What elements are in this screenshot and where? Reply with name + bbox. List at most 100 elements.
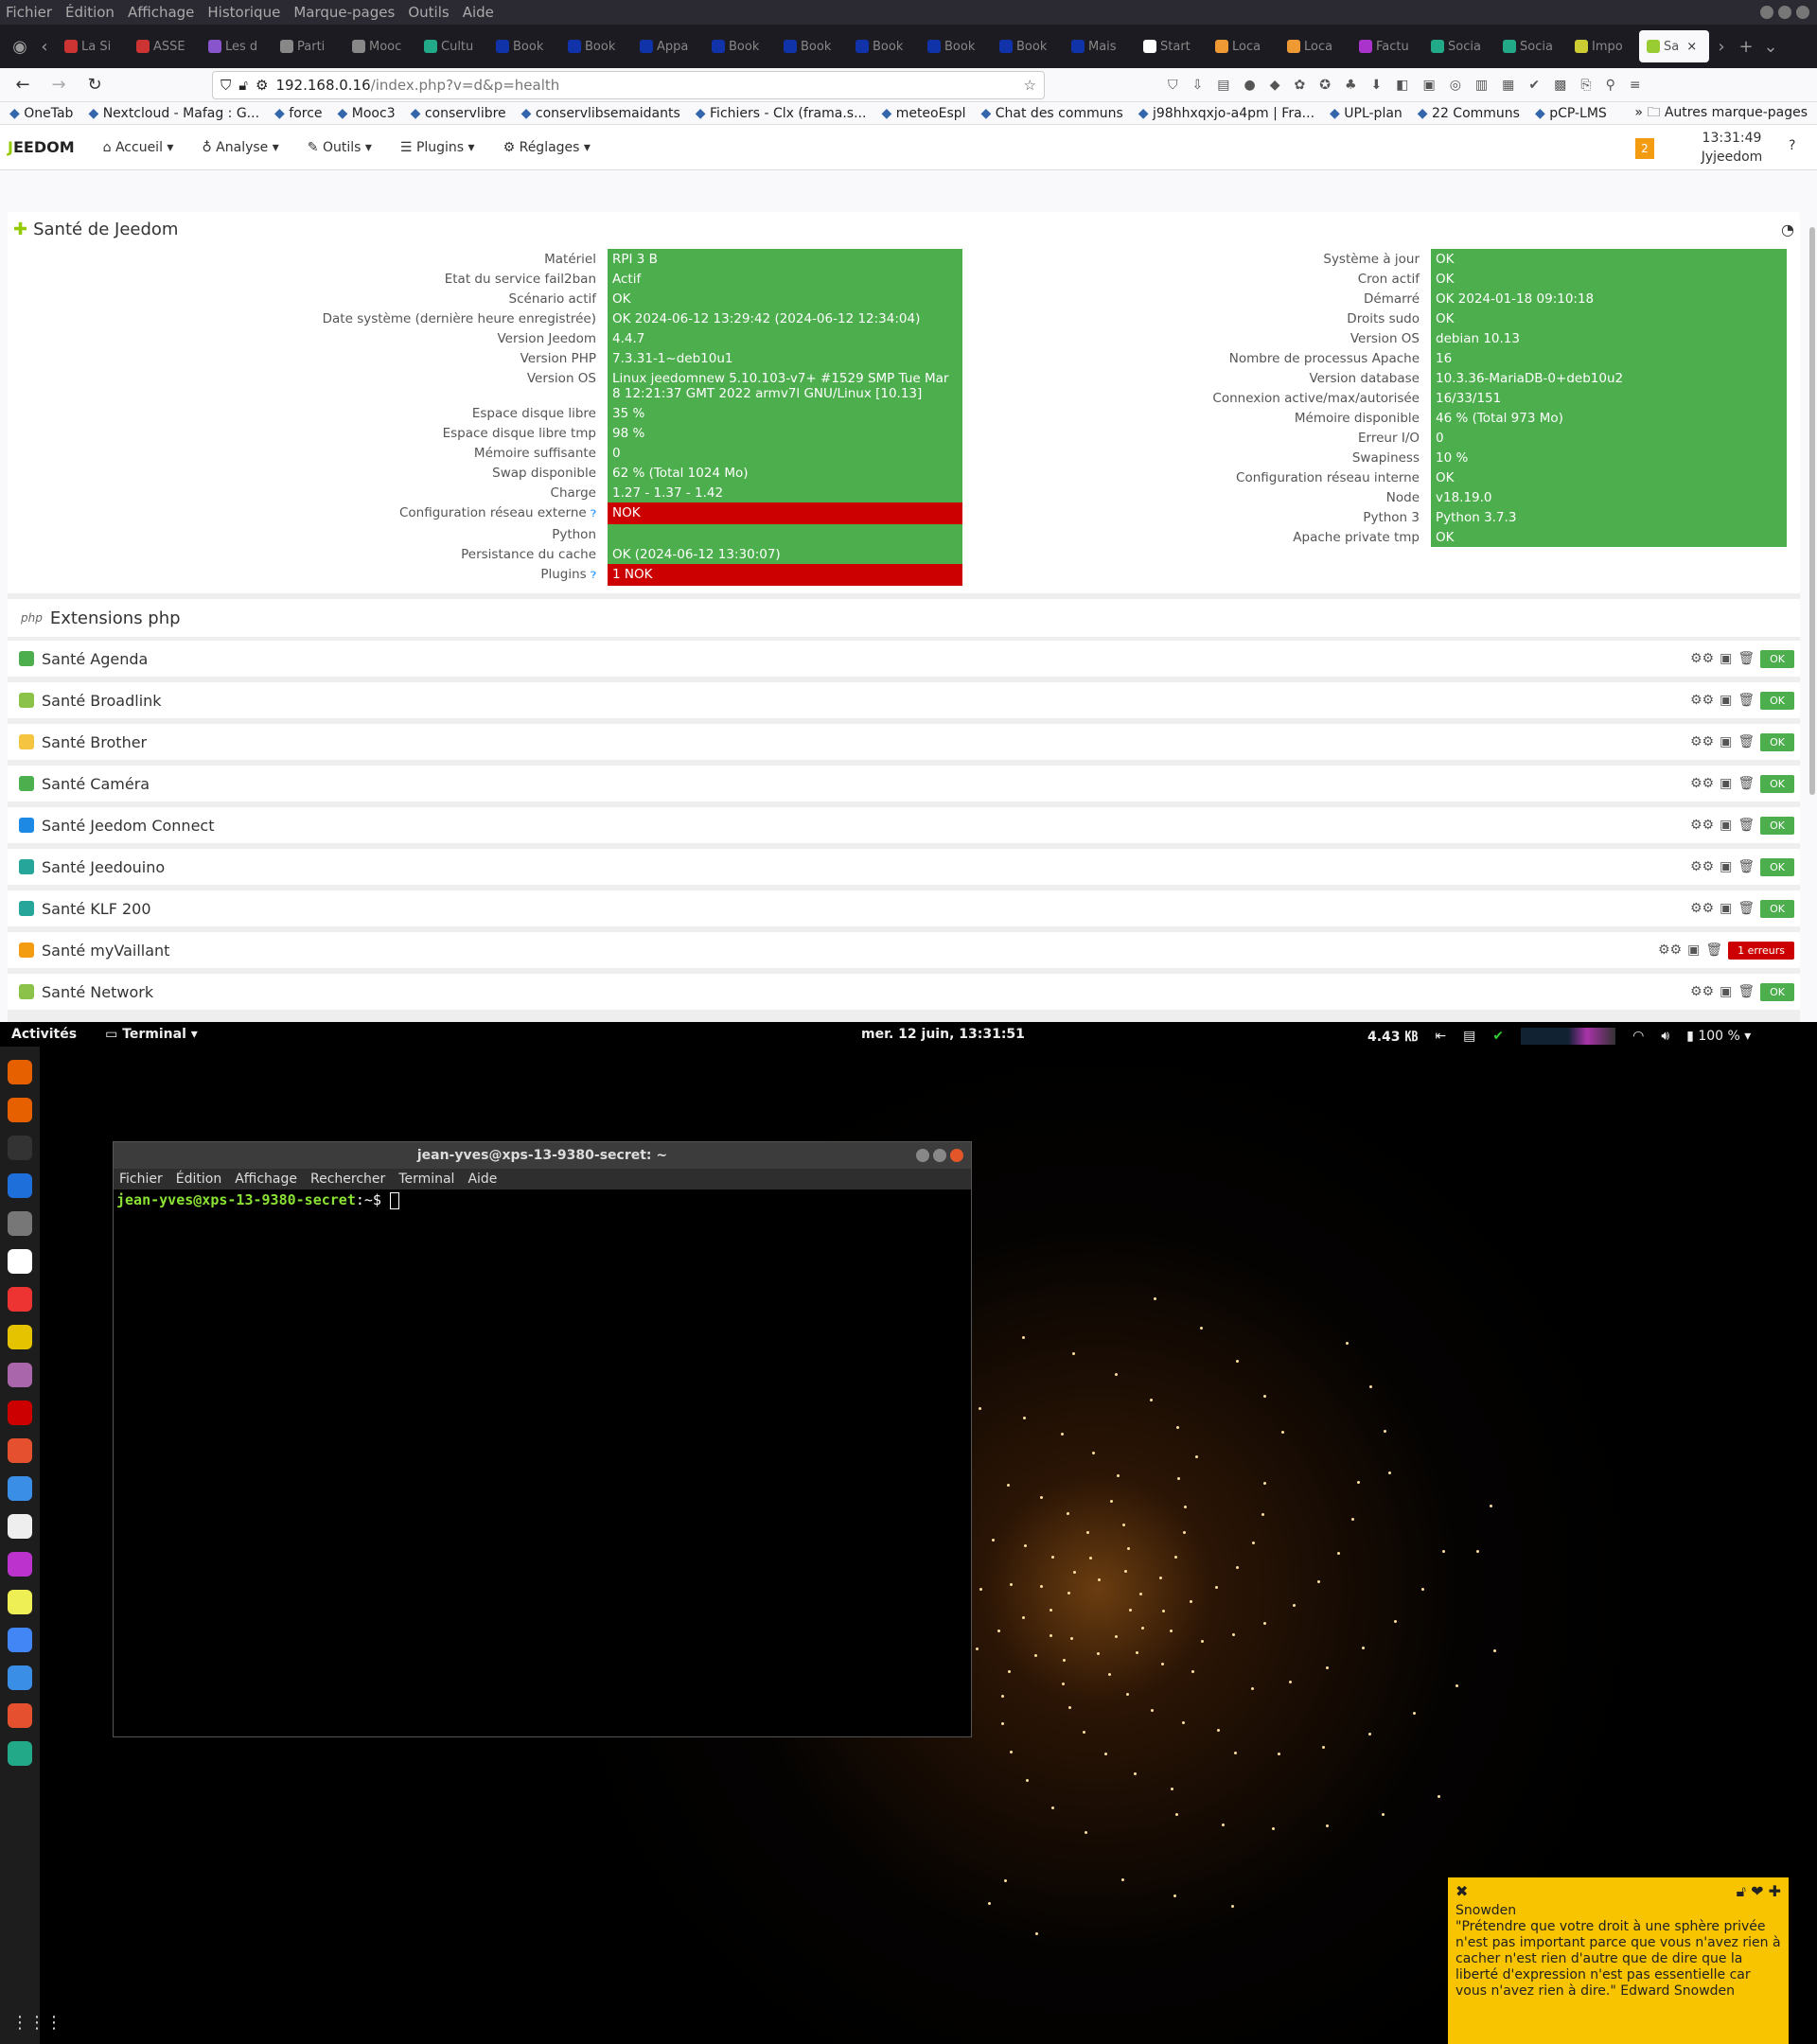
plugin-status-badge[interactable]: OK (1760, 732, 1794, 751)
maximize-icon[interactable] (933, 1149, 946, 1162)
browser-tab[interactable]: Loca (1208, 30, 1279, 62)
tmenu-edition[interactable]: Édition (176, 1172, 221, 1187)
browser-tab[interactable]: Appa (632, 30, 704, 62)
browser-tab[interactable]: Mooc (344, 30, 416, 62)
plugin-health-row[interactable]: Santé Broadlink ⚙⚙ ▣ 🗑︎ OK (8, 682, 1800, 718)
log-icon[interactable]: ▣ (1720, 901, 1732, 916)
back-icon[interactable]: ← (9, 75, 36, 95)
volume-icon[interactable]: 🔊︎ (1661, 1029, 1669, 1044)
plugin-health-row[interactable]: Santé KLF 200 ⚙⚙ ▣ 🗑︎ OK (8, 890, 1800, 926)
nav-analyse[interactable]: ♁ Analyse ▾ (202, 140, 278, 155)
plugin-status-badge[interactable]: OK (1760, 982, 1794, 1001)
log-icon[interactable]: ▣ (1720, 859, 1732, 874)
menu-aide[interactable]: Aide (463, 4, 494, 21)
tmenu-rechercher[interactable]: Rechercher (310, 1172, 385, 1187)
extension-icon[interactable]: ▥ (1475, 78, 1488, 93)
browser-tab[interactable]: Les d (201, 30, 273, 62)
browser-tab[interactable]: Book (920, 30, 992, 62)
delete-icon[interactable]: 🗑︎ (1738, 693, 1755, 708)
bookmarks-more[interactable]: » 🗀︎ Autres marque-pages (1634, 102, 1817, 124)
bookmark-item[interactable]: ◆ pCP-LMS (1535, 106, 1607, 121)
pen-icon[interactable] (8, 1325, 32, 1349)
plugin-status-badge[interactable]: OK (1760, 691, 1794, 710)
bookmark-item[interactable]: ◆ conservlibsemaidants (521, 106, 680, 121)
log-icon[interactable]: ▣ (1687, 943, 1700, 958)
log-icon[interactable]: ▣ (1720, 734, 1732, 749)
calc-icon[interactable] (8, 1741, 32, 1766)
bookmark-item[interactable]: ◆ force (274, 106, 323, 121)
settings-icon[interactable] (8, 1287, 32, 1312)
minimize-icon[interactable] (916, 1149, 929, 1162)
nav-outils[interactable]: ✎ Outils ▾ (308, 140, 372, 155)
notification-badge[interactable]: 2 (1635, 138, 1654, 159)
terminal-window[interactable]: jean-yves@xps-13-9380-secret: ~ Fichier … (113, 1141, 972, 1737)
check-icon[interactable]: ✔ (1492, 1029, 1504, 1044)
extension-icon[interactable]: ⚲ (1606, 78, 1615, 93)
plugin-status-badge[interactable]: OK (1760, 816, 1794, 835)
browser-tab[interactable]: Cultu (416, 30, 488, 62)
maximize-icon[interactable] (1778, 6, 1791, 19)
menu-edition[interactable]: Édition (65, 4, 115, 21)
menu-marque-pages[interactable]: Marque-pages (293, 4, 395, 21)
nav-plugins[interactable]: ☰ Plugins ▾ (400, 140, 475, 155)
chat-icon[interactable] (8, 1514, 32, 1539)
extension-icon[interactable]: ◎ (1450, 78, 1461, 93)
tmenu-fichier[interactable]: Fichier (119, 1172, 163, 1187)
log-icon[interactable]: ▣ (1720, 776, 1732, 791)
browser-tab[interactable]: Socia (1423, 30, 1495, 62)
filezilla-icon[interactable] (8, 1401, 32, 1425)
permissions-icon[interactable]: ⚙ (256, 77, 268, 94)
bookmark-item[interactable]: ◆ Mooc3 (338, 106, 396, 121)
hamburger-menu-icon[interactable]: ≡ (1630, 78, 1641, 93)
configure-icon[interactable]: ⚙⚙ (1690, 984, 1714, 999)
extension-icon[interactable]: ✿ (1294, 78, 1305, 93)
browser-tab[interactable]: Impo (1567, 30, 1639, 62)
delete-icon[interactable]: 🗑︎ (1738, 776, 1755, 791)
address-bar[interactable]: ⛉ 🔓︎ ⚙ 192.168.0.16/index.php?v=d&p=heal… (212, 70, 1045, 99)
bookmark-star-icon[interactable]: ☆ (1024, 77, 1036, 94)
delete-icon[interactable]: 🗑︎ (1738, 818, 1755, 833)
bookmark-item[interactable]: ◆ Fichiers - Clx (frama.s... (696, 106, 867, 121)
log-icon[interactable]: ▣ (1720, 818, 1732, 833)
configure-icon[interactable]: ⚙⚙ (1658, 943, 1682, 958)
dashboard-icon[interactable]: ◔ (1781, 220, 1794, 238)
terminal-prompt[interactable]: jean-yves@xps-13-9380-secret:~$ (114, 1189, 971, 1211)
new-tab-icon[interactable]: + (1734, 37, 1758, 57)
configure-icon[interactable]: ⚙⚙ (1690, 901, 1714, 916)
reader-icon[interactable]: ▤ (1217, 78, 1229, 93)
configure-icon[interactable]: ⚙⚙ (1690, 734, 1714, 749)
video-icon[interactable] (8, 1363, 32, 1387)
extension-icon[interactable]: ⬇ (1371, 78, 1383, 93)
thunderbird-icon[interactable] (8, 1173, 32, 1198)
activities-button[interactable]: Activités (11, 1027, 77, 1042)
tab-list-icon[interactable]: ⌄ (1758, 37, 1783, 57)
php-extensions-header[interactable]: php Extensions php (8, 599, 1800, 637)
configure-icon[interactable]: ⚙⚙ (1690, 818, 1714, 833)
bookmark-item[interactable]: ◆ 22 Communs (1418, 106, 1520, 121)
close-icon[interactable]: ✖ (1455, 1883, 1468, 1899)
insecure-lock-icon[interactable]: 🔓︎ (238, 77, 248, 94)
reload-icon[interactable]: ↻ (81, 75, 108, 95)
help-icon[interactable] (8, 1476, 32, 1501)
delete-icon[interactable]: 🗑︎ (1738, 984, 1755, 999)
plugin-health-row[interactable]: Santé Brother ⚙⚙ ▣ 🗑︎ OK (8, 724, 1800, 760)
browser-tab[interactable]: La Si (57, 30, 129, 62)
chromium-icon[interactable] (8, 1628, 32, 1652)
tab-scroll-right-icon[interactable]: › (1709, 37, 1734, 57)
plugin-status-badge[interactable]: 1 erreurs (1728, 941, 1794, 960)
extension-icon[interactable]: ● (1244, 78, 1255, 93)
help-icon[interactable]: ❓︎ (591, 509, 596, 520)
delete-icon[interactable]: 🗑︎ (1738, 859, 1755, 874)
screenshot-icon[interactable]: ▩ (1554, 78, 1566, 93)
tmenu-terminal[interactable]: Terminal (398, 1172, 454, 1187)
log-icon[interactable]: ▣ (1720, 984, 1732, 999)
extension-icon[interactable]: ▦ (1502, 78, 1514, 93)
browser-tab[interactable]: Factu (1351, 30, 1423, 62)
tmenu-aide[interactable]: Aide (467, 1172, 497, 1187)
bookmark-item[interactable]: ◆ Nextcloud - Mafag : G... (88, 106, 259, 121)
extension-icon[interactable]: ⎘ (1580, 78, 1591, 93)
pocket-icon[interactable]: ⛉ (1168, 78, 1178, 93)
files-icon[interactable] (8, 1249, 32, 1274)
browser-tab[interactable]: Mais (1064, 30, 1136, 62)
help-icon[interactable]: ❓︎ (591, 571, 596, 581)
